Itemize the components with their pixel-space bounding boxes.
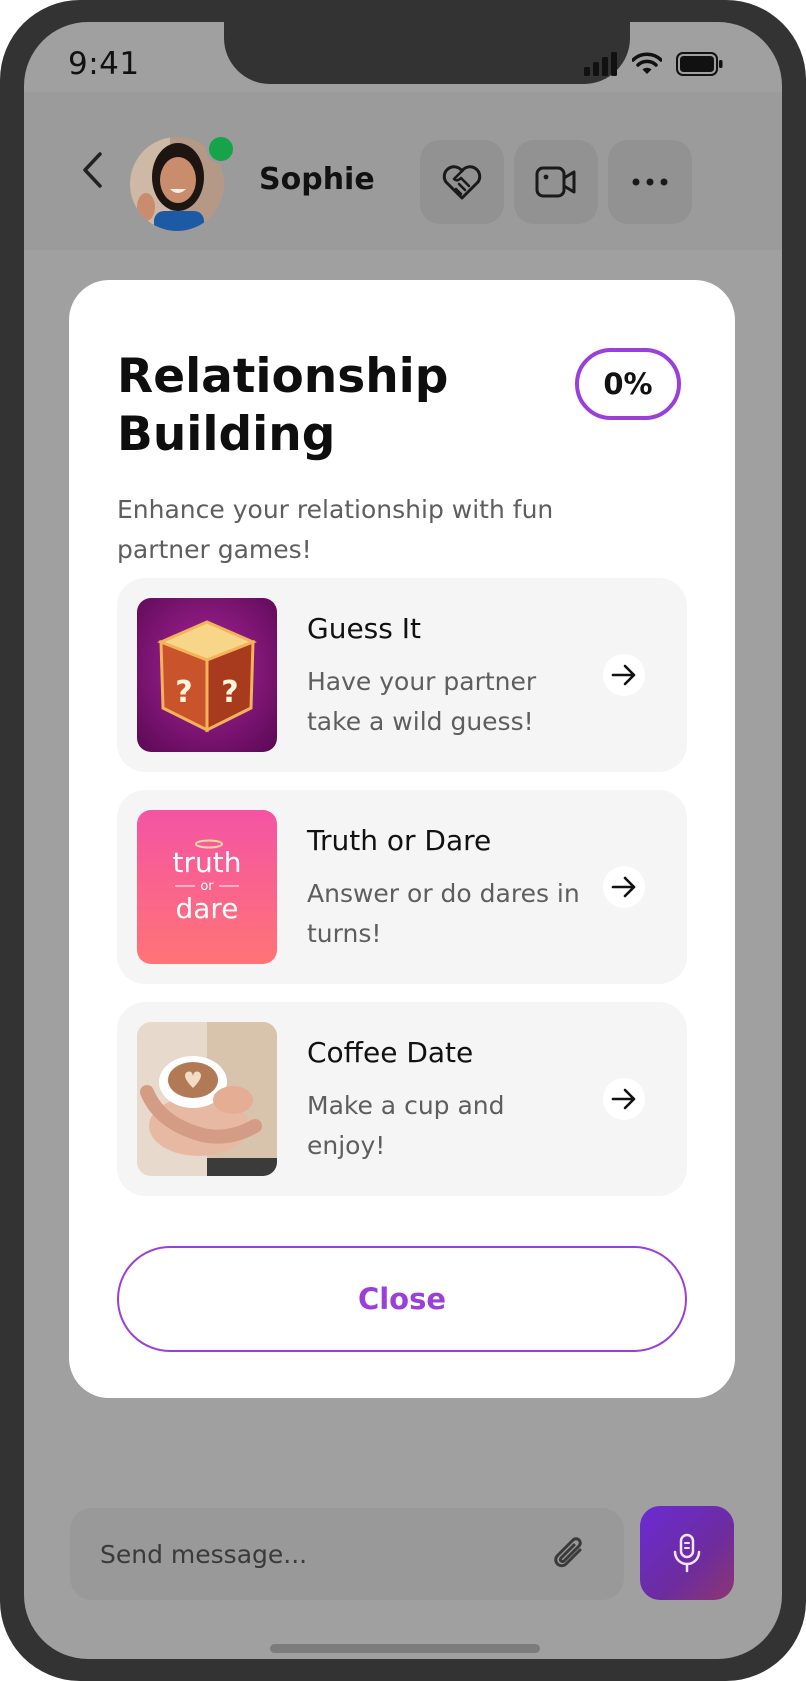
device-notch [224, 22, 630, 84]
open-game-button[interactable] [603, 1078, 645, 1120]
online-status-dot [206, 134, 236, 164]
game-description: Make a cup and enjoy! [307, 1091, 505, 1160]
phone-frame: 9:41 Sophie Relationship Building 0% Enh… [0, 0, 806, 1681]
open-game-button[interactable] [603, 654, 645, 696]
relationship-button[interactable] [420, 140, 504, 224]
relationship-modal: Relationship Building 0% Enhance your re… [69, 280, 735, 1398]
more-options-button[interactable] [608, 140, 692, 224]
voice-record-button[interactable] [640, 1506, 734, 1600]
open-game-button[interactable] [603, 866, 645, 908]
battery-icon [676, 52, 723, 76]
mystery-box-image: ? ? [137, 598, 277, 752]
wifi-icon [632, 52, 662, 74]
mystery-q-right: ? [221, 675, 238, 710]
chevron-left-icon [83, 152, 102, 188]
message-input[interactable]: Send message... [70, 1508, 624, 1600]
message-placeholder: Send message... [100, 1539, 308, 1569]
game-card-truth-or-dare[interactable]: truth or dare Truth or Dare Answer or do… [117, 790, 687, 984]
close-button[interactable]: Close [117, 1246, 687, 1352]
back-button[interactable] [72, 142, 112, 198]
video-call-button[interactable] [514, 140, 598, 224]
game-card-coffee-date[interactable]: Coffee Date Make a cup and enjoy! [117, 1002, 687, 1196]
more-horizontal-icon [632, 178, 668, 186]
game-title: Guess It [307, 612, 421, 645]
paperclip-icon [554, 1537, 582, 1568]
modal-title: Relationship Building [117, 349, 449, 462]
heart-handshake-icon [442, 165, 482, 200]
modal-subtitle: Enhance your relationship with fun partn… [117, 495, 554, 564]
mystery-q-left: ? [175, 675, 192, 710]
coffee-cup-image [137, 1022, 277, 1176]
arrow-right-icon [611, 1088, 636, 1110]
game-title: Truth or Dare [307, 824, 492, 857]
game-description: Answer or do dares in turns! [307, 879, 580, 948]
microphone-icon [673, 1533, 701, 1573]
dare-text: dare [175, 892, 238, 925]
coffee-date-thumbnail [137, 1022, 277, 1176]
game-description: Have your partner take a wild guess! [307, 667, 537, 736]
progress-badge: 0% [575, 348, 681, 420]
status-time: 9:41 [68, 46, 140, 82]
app-screen: 9:41 Sophie Relationship Building 0% Enh… [24, 22, 782, 1659]
video-camera-icon [535, 166, 576, 198]
truth-or-dare-image: truth or dare [137, 810, 277, 964]
home-indicator [270, 1644, 540, 1653]
game-card-guess-it[interactable]: ? ? Guess It Have your partner take a wi… [117, 578, 687, 772]
guess-it-thumbnail: ? ? [137, 598, 277, 752]
signal-icon [584, 52, 617, 76]
arrow-right-icon [611, 876, 636, 898]
attach-button[interactable] [546, 1530, 594, 1578]
status-icons [584, 52, 724, 76]
truth-or-dare-thumbnail: truth or dare [137, 810, 277, 964]
arrow-right-icon [611, 664, 636, 686]
game-title: Coffee Date [307, 1036, 474, 1069]
truth-text: truth [173, 846, 242, 879]
contact-name: Sophie [259, 162, 375, 197]
